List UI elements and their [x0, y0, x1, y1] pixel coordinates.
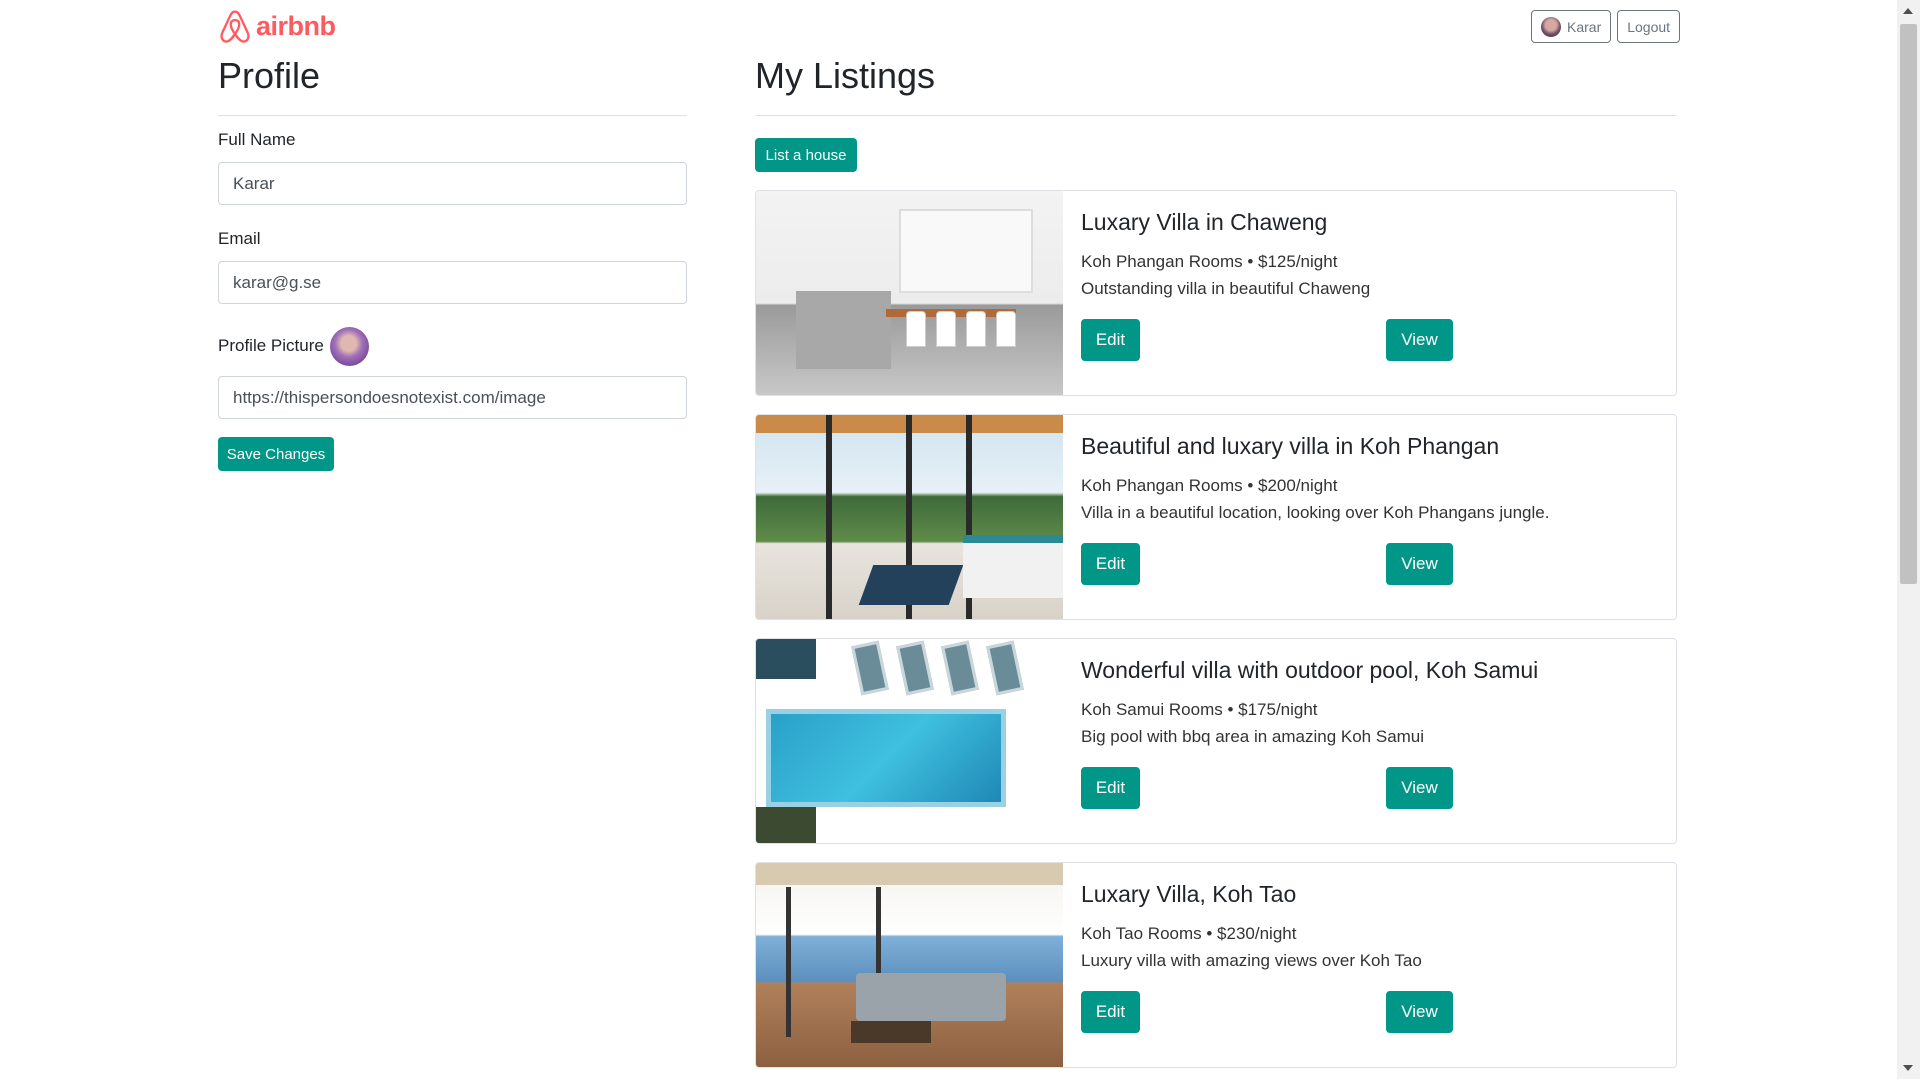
airbnb-logo-icon — [220, 10, 250, 43]
list-a-house-button[interactable]: List a house — [755, 138, 857, 172]
edit-button[interactable]: Edit — [1081, 991, 1140, 1033]
scroll-thumb[interactable] — [1900, 24, 1917, 584]
listing-image — [756, 191, 1063, 395]
listing-body: Wonderful villa with outdoor pool, Koh S… — [1063, 639, 1676, 843]
listing-body: Luxary Villa in Chaweng Koh Phangan Room… — [1063, 191, 1676, 395]
view-button[interactable]: View — [1386, 991, 1453, 1033]
logout-button[interactable]: Logout — [1617, 10, 1681, 43]
user-name: Karar — [1567, 18, 1602, 35]
listing-description: Luxury villa with amazing views over Koh… — [1081, 951, 1422, 970]
divider — [755, 115, 1677, 116]
listing-body: Luxary Villa, Koh Tao Koh Tao Rooms • $2… — [1063, 863, 1676, 1067]
page: airbnb Karar Logout Profile Full Name Em… — [0, 0, 1897, 1079]
listing-image — [756, 415, 1063, 619]
listing-card: Beautiful and luxary villa in Koh Phanga… — [755, 414, 1677, 620]
view-button[interactable]: View — [1386, 543, 1453, 585]
avatar — [1541, 16, 1561, 37]
divider — [218, 115, 687, 116]
listing-title: Wonderful villa with outdoor pool, Koh S… — [1081, 657, 1539, 683]
listing-description: Villa in a beautiful location, looking o… — [1081, 503, 1550, 522]
email-label: Email — [218, 229, 261, 248]
listing-meta: Koh Samui Rooms • $175/night — [1081, 700, 1318, 719]
listing-body: Beautiful and luxary villa in Koh Phanga… — [1063, 415, 1676, 619]
listing-card: Wonderful villa with outdoor pool, Koh S… — [755, 638, 1677, 844]
airbnb-logo[interactable]: airbnb — [218, 8, 336, 45]
listing-card: Luxary Villa, Koh Tao Koh Tao Rooms • $2… — [755, 862, 1677, 1068]
scrollbar[interactable] — [1897, 0, 1920, 1079]
listing-meta: Koh Tao Rooms • $230/night — [1081, 924, 1297, 943]
listing-title: Luxary Villa in Chaweng — [1081, 209, 1328, 235]
view-button[interactable]: View — [1386, 319, 1453, 361]
profile-title: Profile — [218, 55, 321, 96]
profile-section: Profile Full Name Email Profile Picture … — [218, 52, 687, 471]
user-menu: Karar Logout — [1531, 10, 1681, 43]
listing-image — [756, 863, 1063, 1067]
scroll-up-icon[interactable] — [1903, 8, 1913, 14]
view-button[interactable]: View — [1386, 767, 1453, 809]
listing-image — [756, 639, 1063, 843]
listing-title: Luxary Villa, Koh Tao — [1081, 881, 1297, 907]
listing-title: Beautiful and luxary villa in Koh Phanga… — [1081, 433, 1500, 459]
full-name-input[interactable] — [218, 162, 687, 205]
email-input[interactable] — [218, 261, 687, 304]
edit-button[interactable]: Edit — [1081, 767, 1140, 809]
listings-title: My Listings — [755, 55, 936, 96]
listing-meta: Koh Phangan Rooms • $200/night — [1081, 476, 1338, 495]
listing-description: Outstanding villa in beautiful Chaweng — [1081, 279, 1371, 298]
brand-name: airbnb — [256, 11, 336, 41]
edit-button[interactable]: Edit — [1081, 543, 1140, 585]
listing-meta: Koh Phangan Rooms • $125/night — [1081, 252, 1338, 271]
profile-picture-row: Profile Picture — [218, 326, 687, 366]
listing-card: Luxary Villa in Chaweng Koh Phangan Room… — [755, 190, 1677, 396]
scroll-down-icon[interactable] — [1903, 1065, 1913, 1071]
listing-description: Big pool with bbq area in amazing Koh Sa… — [1081, 727, 1425, 746]
save-changes-button[interactable]: Save Changes — [218, 437, 334, 471]
listings-section: My Listings List a house Luxary Villa in… — [755, 52, 1677, 1086]
profile-picture-label: Profile Picture — [218, 336, 324, 355]
profile-picture-input[interactable] — [218, 376, 687, 419]
profile-avatar — [329, 326, 369, 366]
edit-button[interactable]: Edit — [1081, 319, 1140, 361]
user-button[interactable]: Karar — [1531, 10, 1612, 43]
full-name-label: Full Name — [218, 130, 296, 149]
